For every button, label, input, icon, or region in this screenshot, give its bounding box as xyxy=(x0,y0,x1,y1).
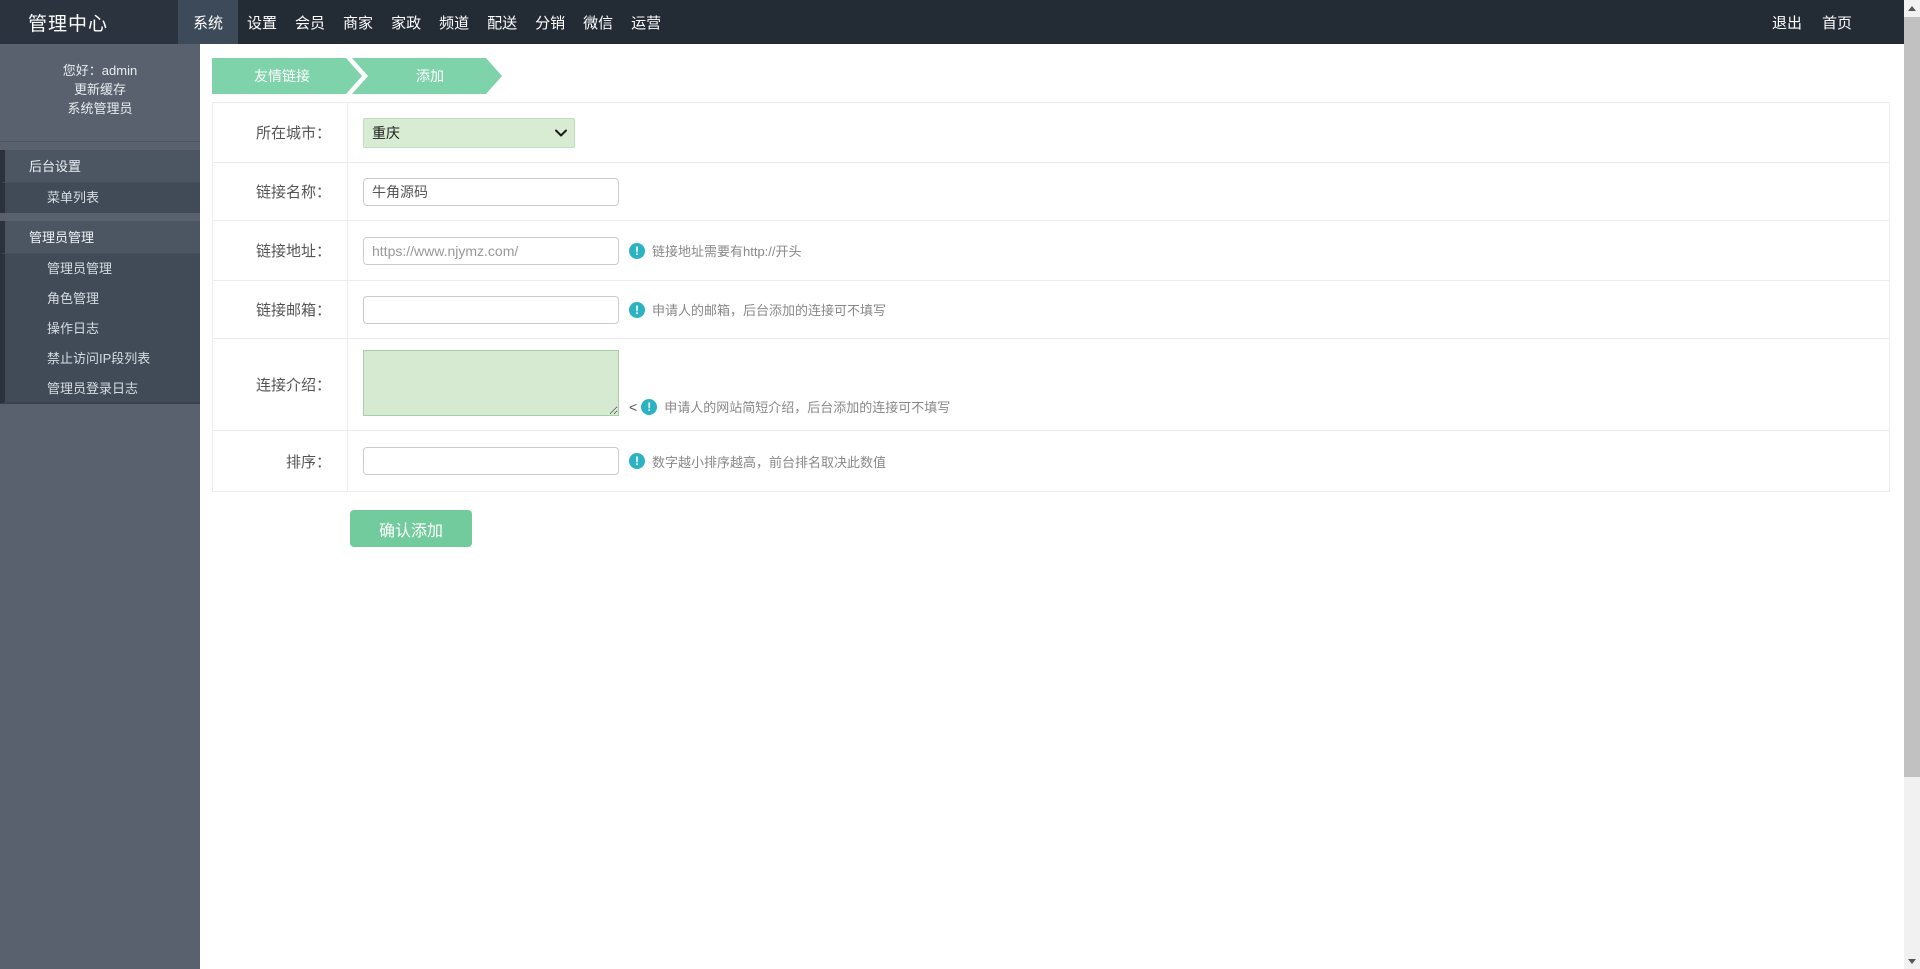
top-tab-distribution[interactable]: 分销 xyxy=(526,0,574,44)
link-email-hint: 申请人的邮箱，后台添加的连接可不填写 xyxy=(629,300,886,319)
top-tab-housekeeping[interactable]: 家政 xyxy=(382,0,430,44)
info-icon xyxy=(629,453,645,469)
sidebar-user-info: 您好：admin 更新缓存 系统管理员 xyxy=(0,44,200,141)
scrollbar-track[interactable] xyxy=(1904,0,1920,969)
scroll-down-button[interactable] xyxy=(1904,953,1920,969)
link-name-label: 链接名称： xyxy=(213,163,348,220)
form-row-sort: 排序： 数字越小排序越高，前台排名取决此数值 xyxy=(213,431,1889,491)
link-name-field-cell xyxy=(348,163,1889,220)
scroll-up-button[interactable] xyxy=(1904,0,1920,16)
top-tab-system[interactable]: 系统 xyxy=(178,0,238,44)
link-intro-hint-prefix: < xyxy=(629,399,637,415)
link-email-label: 链接邮箱： xyxy=(213,281,348,338)
link-intro-label: 连接介绍： xyxy=(213,339,348,430)
sidebar-section-admin-management[interactable]: 管理员管理 xyxy=(0,221,200,254)
link-email-hint-text: 申请人的邮箱，后台添加的连接可不填写 xyxy=(652,300,886,319)
form-row-city: 所在城市： 重庆 xyxy=(213,103,1889,163)
sidebar-item-admin-login-log[interactable]: 管理员登录日志 xyxy=(0,374,200,404)
info-icon xyxy=(641,399,657,415)
link-email-input[interactable] xyxy=(363,296,619,324)
info-icon xyxy=(629,243,645,259)
sort-hint: 数字越小排序越高，前台排名取决此数值 xyxy=(629,452,886,471)
sort-label: 排序： xyxy=(213,431,348,491)
breadcrumb-add[interactable]: 添加 xyxy=(352,58,502,94)
sidebar-item-role-management[interactable]: 角色管理 xyxy=(0,284,200,314)
city-select-wrap: 重庆 xyxy=(363,118,575,148)
form-row-link-intro: 连接介绍： < 申请人的网站简短介绍，后台添加的连接可不填写 xyxy=(213,339,1889,431)
top-bar: 管理中心 系统 设置 会员 商家 家政 频道 配送 分销 微信 运营 退出 首页 xyxy=(0,0,1920,44)
logout-link[interactable]: 退出 xyxy=(1772,12,1802,33)
sidebar: 您好：admin 更新缓存 系统管理员 后台设置 菜单列表 管理员管理 管理员管… xyxy=(0,44,200,969)
top-tab-wechat[interactable]: 微信 xyxy=(574,0,622,44)
form-row-link-name: 链接名称： xyxy=(213,163,1889,221)
sidebar-item-operation-log[interactable]: 操作日志 xyxy=(0,314,200,344)
city-label: 所在城市： xyxy=(213,103,348,162)
link-url-label: 链接地址： xyxy=(213,221,348,280)
top-tab-delivery[interactable]: 配送 xyxy=(478,0,526,44)
link-url-hint: 链接地址需要有http://开头 xyxy=(629,241,802,260)
link-intro-field-cell: < 申请人的网站简短介绍，后台添加的连接可不填写 xyxy=(348,339,1889,430)
top-tab-channels[interactable]: 频道 xyxy=(430,0,478,44)
sidebar-item-admin-management[interactable]: 管理员管理 xyxy=(0,254,200,284)
top-nav: 系统 设置 会员 商家 家政 频道 配送 分销 微信 运营 xyxy=(178,0,670,44)
top-tab-merchants[interactable]: 商家 xyxy=(334,0,382,44)
confirm-add-button[interactable]: 确认添加 xyxy=(350,510,472,547)
system-admin-link[interactable]: 系统管理员 xyxy=(0,100,200,118)
sidebar-item-menu-list[interactable]: 菜单列表 xyxy=(0,183,200,213)
link-intro-hint: < 申请人的网站简短介绍，后台添加的连接可不填写 xyxy=(629,397,950,416)
link-url-hint-text: 链接地址需要有http://开头 xyxy=(652,241,802,260)
top-tab-operations[interactable]: 运营 xyxy=(622,0,670,44)
sort-hint-text: 数字越小排序越高，前台排名取决此数值 xyxy=(652,452,886,471)
sort-field-cell: 数字越小排序越高，前台排名取决此数值 xyxy=(348,431,1889,491)
link-intro-textarea[interactable] xyxy=(363,350,619,416)
link-name-input[interactable] xyxy=(363,178,619,206)
info-icon xyxy=(629,302,645,318)
sidebar-menu: 后台设置 菜单列表 管理员管理 管理员管理 角色管理 操作日志 禁止访问IP段列… xyxy=(0,141,200,404)
sidebar-section-backend-settings[interactable]: 后台设置 xyxy=(0,150,200,183)
top-tab-members[interactable]: 会员 xyxy=(286,0,334,44)
admin-page: 管理中心 系统 设置 会员 商家 家政 频道 配送 分销 微信 运营 退出 首页… xyxy=(0,0,1920,969)
update-cache-link[interactable]: 更新缓存 xyxy=(0,81,200,99)
top-tab-settings[interactable]: 设置 xyxy=(238,0,286,44)
add-link-form: 所在城市： 重庆 链接名称： xyxy=(212,102,1890,492)
greeting-text: 您好：admin xyxy=(0,62,200,80)
breadcrumb: 友情链接 添加 xyxy=(212,58,1904,94)
link-email-field-cell: 申请人的邮箱，后台添加的连接可不填写 xyxy=(348,281,1889,338)
form-row-link-url: 链接地址： 链接地址需要有http://开头 xyxy=(213,221,1889,281)
top-bar-right: 退出 首页 xyxy=(1772,0,1920,44)
link-intro-hint-text: 申请人的网站简短介绍，后台添加的连接可不填写 xyxy=(664,397,950,416)
home-link[interactable]: 首页 xyxy=(1822,12,1852,33)
city-select[interactable]: 重庆 xyxy=(363,118,575,148)
app-title: 管理中心 xyxy=(0,0,178,44)
sort-input[interactable] xyxy=(363,447,619,475)
scrollbar-thumb[interactable] xyxy=(1904,17,1920,777)
sidebar-item-ip-blacklist[interactable]: 禁止访问IP段列表 xyxy=(0,344,200,374)
link-url-input[interactable] xyxy=(363,237,619,265)
form-row-link-email: 链接邮箱： 申请人的邮箱，后台添加的连接可不填写 xyxy=(213,281,1889,339)
city-field: 重庆 xyxy=(348,103,1889,162)
breadcrumb-friendly-links[interactable]: 友情链接 xyxy=(212,58,362,94)
link-url-field-cell: 链接地址需要有http://开头 xyxy=(348,221,1889,280)
main-content: 友情链接 添加 所在城市： 重庆 链接名称： xyxy=(200,44,1904,969)
